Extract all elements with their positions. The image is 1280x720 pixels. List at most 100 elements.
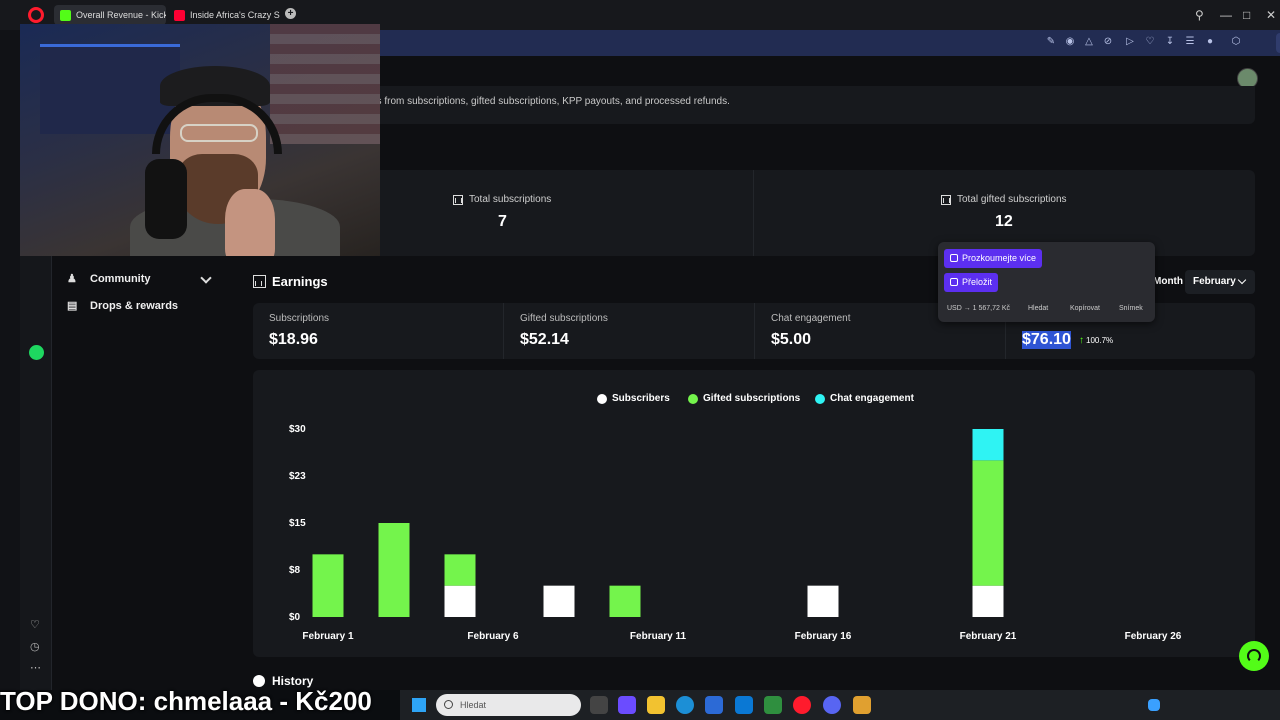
app-b-icon[interactable] (764, 696, 782, 714)
edge-icon[interactable] (676, 696, 694, 714)
new-tab-button[interactable]: + (285, 8, 296, 19)
legend-chat[interactable]: Chat engagement (815, 393, 914, 404)
x-tick-label: February 11 (630, 631, 687, 642)
nav-label: Drops & rewards (90, 300, 179, 312)
explore-button[interactable]: Prozkoumejte více (944, 249, 1043, 268)
legend-label: Gifted subscriptions (703, 393, 801, 404)
profile-icon[interactable]: ● (1204, 36, 1216, 48)
background-shelf (40, 44, 180, 134)
maximize-icon[interactable]: □ (1243, 8, 1250, 22)
play-icon[interactable]: ▷ (1124, 36, 1136, 48)
youtube-favicon-icon (174, 9, 185, 21)
stat-label: Subscriptions (269, 313, 330, 324)
file-explorer-icon[interactable] (647, 696, 665, 714)
revenue-description: gs from subscriptions, gifted subscripti… (371, 96, 730, 107)
bar-segment-gifted-subscriptions[interactable] (972, 460, 1004, 586)
ai-button[interactable]: AI (1276, 33, 1280, 53)
y-tick-label: $0 (289, 612, 301, 623)
outlook-icon[interactable] (735, 696, 753, 714)
selection-popup: Prozkoumejte více Přeložit USD → 1 567,7… (938, 242, 1155, 322)
stat-value: $52.14 (520, 331, 569, 348)
copilot-icon[interactable] (618, 696, 636, 714)
donation-banner: TOP DONO: chmelaaa - Kč200 (0, 686, 372, 716)
camera-icon[interactable]: ◉ (1064, 36, 1076, 48)
total-gifted-label: Total gifted subscriptions (941, 194, 1067, 205)
month-value: February (1193, 276, 1236, 287)
growth-indicator: ↑ 100.7% (1079, 335, 1113, 346)
copy-action[interactable]: Kopírovat (1070, 305, 1100, 312)
bar-segment-subscribers[interactable] (543, 585, 575, 617)
heart-icon[interactable]: ♡ (30, 618, 40, 631)
growth-value: 100.7% (1086, 336, 1114, 345)
app-icon[interactable] (853, 696, 871, 714)
search-placeholder: Hledat (460, 700, 487, 710)
snapshot-action[interactable]: Snímek (1119, 305, 1143, 312)
bar-segment-subscribers[interactable] (444, 585, 476, 617)
month-select[interactable]: February (1185, 270, 1255, 294)
spotify-icon[interactable] (29, 345, 44, 360)
translate-icon (950, 278, 958, 286)
download-icon[interactable]: ↧ (1164, 36, 1176, 48)
stat-value-selected[interactable]: $76.10 (1022, 331, 1071, 349)
period-label: Month (1153, 276, 1183, 287)
taskbar-search[interactable]: Hledat (436, 694, 581, 716)
legend-dot (597, 393, 607, 404)
bar-segment-gifted-subscriptions[interactable] (378, 523, 410, 617)
tab-inside-africa[interactable]: Inside Africa's Crazy Skate (168, 5, 280, 25)
kick-favicon-icon (60, 9, 71, 21)
chart-icon (453, 194, 463, 205)
heart-icon[interactable]: ♡ (1144, 36, 1156, 48)
x-tick-label: February 21 (960, 631, 1017, 642)
sidebar-item-community[interactable]: ♟ Community (67, 273, 151, 285)
bar-segment-gifted-subscriptions[interactable] (312, 554, 344, 617)
shield-icon[interactable]: △ (1083, 36, 1095, 48)
stat-label: Chat engagement (771, 313, 851, 324)
stat-subscriptions: Subscriptions $18.96 (253, 303, 503, 359)
total-gifted-value: 12 (995, 213, 1013, 230)
extensions-icon[interactable]: ⬡ (1230, 36, 1242, 48)
history-icon[interactable]: ◷ (30, 640, 40, 653)
block-icon[interactable]: ⊘ (1102, 36, 1114, 48)
microphone (145, 159, 187, 239)
bar-segment-chat-engagement[interactable] (972, 429, 1004, 461)
btn-label: Prozkoumejte více (962, 253, 1037, 263)
label-text: Total subscriptions (469, 194, 552, 205)
menu-icon[interactable]: ☰ (1184, 36, 1196, 48)
people-icon: ♟ (67, 273, 77, 285)
opera-logo-icon[interactable] (28, 7, 44, 23)
more-icon[interactable]: ⋯ (30, 661, 41, 674)
search-tabs-icon[interactable]: ⚲ (1195, 8, 1204, 22)
legend-gifted[interactable]: Gifted subscriptions (688, 393, 800, 404)
glasses (180, 124, 258, 142)
hands (225, 189, 275, 256)
sidebar-item-drops[interactable]: ▤ Drops & rewards (67, 300, 178, 312)
store-icon[interactable] (705, 696, 723, 714)
bar-segment-subscribers[interactable] (807, 585, 839, 617)
tab-overall-revenue[interactable]: Overall Revenue - Kick Da (54, 5, 166, 25)
opera-taskbar-icon[interactable] (793, 696, 811, 714)
bar-segment-subscribers[interactable] (972, 585, 1004, 617)
search-action[interactable]: Hledat (1028, 305, 1048, 312)
close-window-icon[interactable]: ✕ (1266, 8, 1276, 22)
arrow-up-icon: ↑ (1079, 335, 1084, 346)
discord-icon[interactable] (823, 696, 841, 714)
bar-segment-gifted-subscriptions[interactable] (444, 554, 476, 586)
currency-conversion[interactable]: USD → 1 567,72 Kč (947, 305, 1010, 312)
minimize-icon[interactable]: — (1220, 8, 1232, 22)
task-view-icon[interactable] (590, 696, 608, 714)
screen: Overall Revenue - Kick Da Inside Africa'… (0, 0, 1280, 720)
bar-segment-gifted-subscriptions[interactable] (609, 585, 641, 617)
edit-icon[interactable]: ✎ (1045, 36, 1057, 48)
gift-icon: ▤ (67, 300, 78, 312)
legend-label: Subscribers (612, 393, 670, 404)
background-flag (270, 24, 380, 144)
translate-button[interactable]: Přeložit (944, 273, 999, 292)
windows-start-icon[interactable] (412, 698, 426, 712)
earnings-bar-chart: $0 $8 $15 $23 $30 February 1 February 6 Februar… (289, 424, 1182, 642)
support-chat-button[interactable] (1239, 641, 1269, 671)
earnings-title: Earnings (253, 274, 328, 289)
webcam-overlay (20, 24, 380, 256)
legend-subscribers[interactable]: Subscribers (597, 393, 670, 404)
total-subscriptions-value: 7 (498, 213, 507, 230)
tray-icon[interactable] (1148, 699, 1160, 711)
